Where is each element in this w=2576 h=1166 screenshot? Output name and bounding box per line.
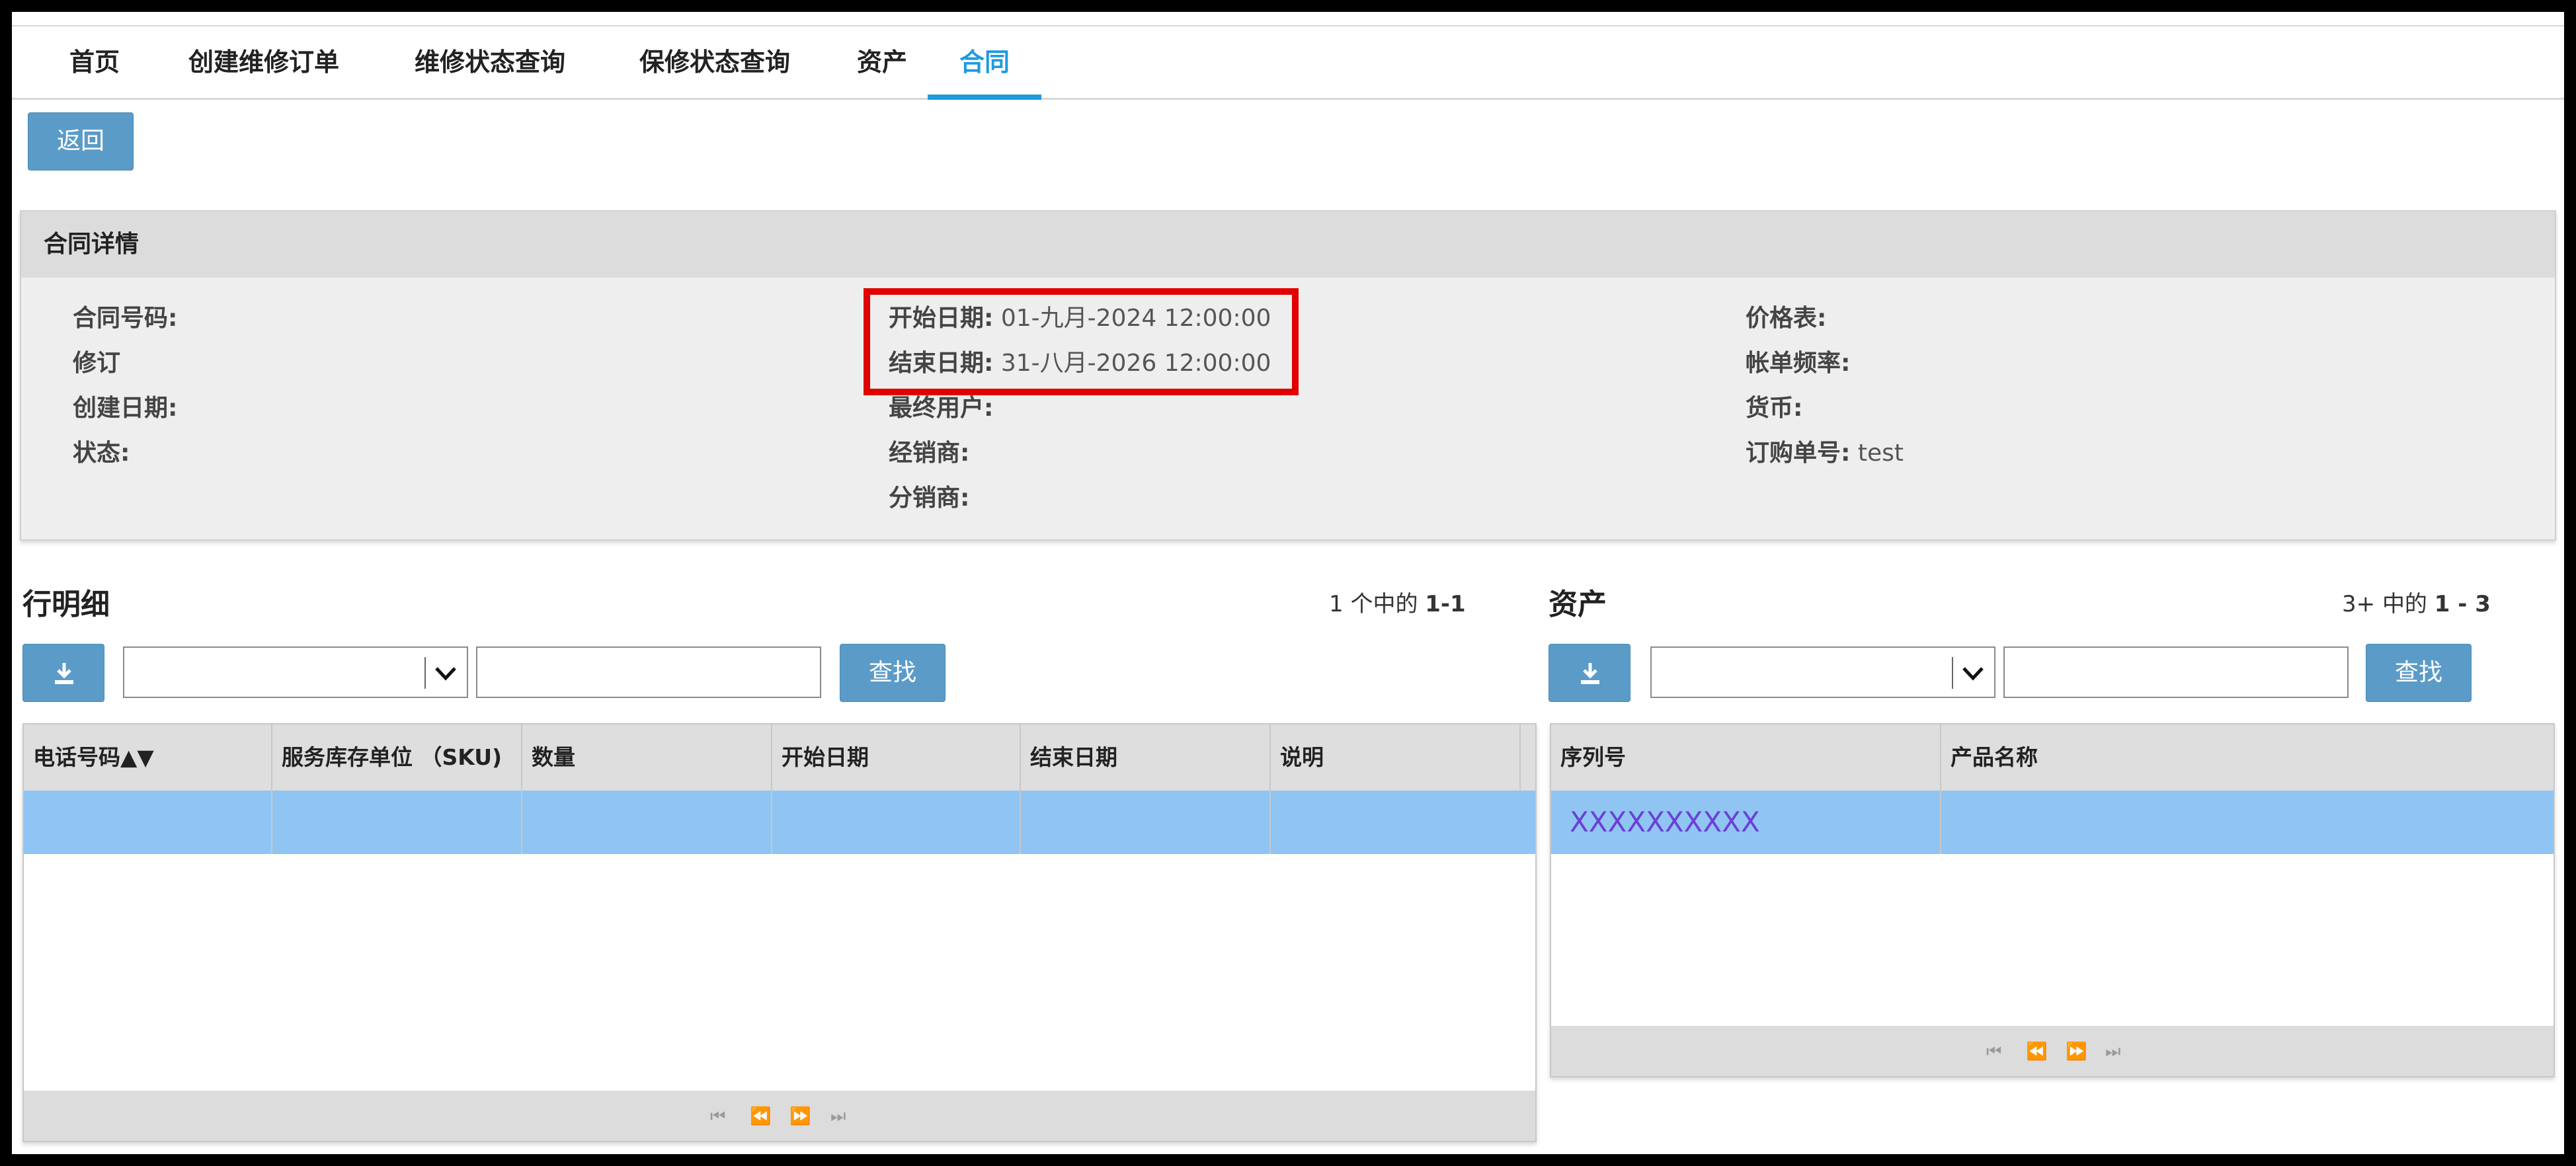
assets-pager-middle: 中的 (2382, 591, 2427, 617)
assets-pager-count: 3+ (2342, 591, 2376, 617)
main-nav: 首页 创建维修订单 维修状态查询 保修状态查询 资产 合同 (12, 26, 2564, 100)
line-filter-select[interactable] (123, 646, 468, 698)
assets-title: 资产 (1549, 588, 1607, 621)
select-separator (1952, 657, 1953, 689)
column-header-quantity[interactable]: 数量 (522, 724, 772, 791)
billing-frequency-field: 帐单频率: (1746, 348, 1850, 379)
tab-assets[interactable]: 资产 (842, 26, 922, 98)
assets-filter-select[interactable] (1650, 646, 1995, 698)
column-header-phone[interactable]: 电话号码▲▼ (24, 724, 272, 791)
column-header-serial[interactable]: 序列号 (1551, 724, 1941, 791)
table-row[interactable] (24, 791, 1535, 854)
distributor-field: 分销商: (889, 483, 969, 514)
tab-home[interactable]: 首页 (58, 26, 131, 98)
line-pager-middle: 个中的 (1350, 591, 1418, 617)
chevron-down-icon (435, 667, 456, 681)
created-date-field: 创建日期: (73, 393, 177, 424)
app-window: 首页 创建维修订单 维修状态查询 保修状态查询 资产 合同 返回 合同详情 合同… (12, 12, 2564, 1154)
prev-page-icon[interactable]: ⏪ (750, 1107, 771, 1126)
dealer-field: 经销商: (889, 438, 969, 469)
select-separator (424, 657, 426, 689)
end-user-label: 最终用户: (889, 395, 994, 422)
line-details-pager: 1 个中的 1-1 (1329, 586, 1466, 618)
contract-details-title: 合同详情 (21, 212, 2555, 278)
table-cell (24, 791, 272, 854)
column-header-description[interactable]: 说明 (1271, 724, 1521, 791)
prev-page-icon[interactable]: ⏪ (2026, 1042, 2047, 1062)
chevron-down-icon (1962, 667, 1984, 681)
price-list-field: 价格表: (1746, 303, 1826, 334)
download-icon (1581, 663, 1599, 684)
tab-repair-status[interactable]: 维修状态查询 (394, 26, 586, 98)
line-grid-pager: ⏮ ⏪ ⏩ ⏭ (24, 1091, 1535, 1141)
po-number-value: test (1857, 440, 1904, 467)
currency-label: 货币: (1746, 395, 1803, 422)
assets-download-button[interactable] (1549, 644, 1630, 702)
created-date-label: 创建日期: (73, 395, 178, 422)
po-number-field: 订购单号: test (1746, 438, 1904, 469)
tab-contracts[interactable]: 合同 (928, 26, 1041, 100)
line-search-button[interactable]: 查找 (840, 644, 946, 702)
revision-field: 修订 (73, 348, 120, 379)
serial-number-link[interactable]: XXXXXXXXXX (1551, 791, 1941, 854)
line-download-button[interactable] (22, 644, 104, 702)
date-highlight-box (864, 288, 1299, 395)
assets-pager: 3+ 中的 1 - 3 (2342, 586, 2491, 618)
next-page-icon[interactable]: ⏩ (2066, 1042, 2087, 1062)
line-search-input[interactable] (476, 646, 821, 698)
dealer-label: 经销商: (889, 440, 970, 467)
table-cell (272, 791, 522, 854)
last-page-icon[interactable]: ⏭ (830, 1107, 846, 1127)
table-cell (1021, 791, 1271, 854)
status-field: 状态: (73, 438, 130, 469)
line-details-title: 行明细 (22, 588, 110, 621)
price-list-label: 价格表: (1746, 305, 1827, 332)
po-number-label: 订购单号: (1746, 440, 1851, 467)
column-header-product-name[interactable]: 产品名称 (1941, 724, 2554, 791)
revision-label: 修订 (73, 350, 121, 377)
product-name-cell (1941, 791, 2554, 854)
table-cell (772, 791, 1021, 854)
last-page-icon[interactable]: ⏭ (2105, 1042, 2120, 1062)
line-pager-range: 1-1 (1425, 591, 1466, 617)
assets-search-button[interactable]: 查找 (2366, 644, 2472, 702)
line-pager-count: 1 (1329, 591, 1344, 617)
line-details-grid: 电话号码▲▼ 服务库存单位 （SKU) 数量 开始日期 结束日期 说明 ⏮ ⏪ … (22, 723, 1537, 1142)
distributor-label: 分销商: (889, 485, 970, 512)
billing-frequency-label: 帐单频率: (1746, 350, 1851, 377)
download-icon (55, 663, 73, 684)
contract-number-field: 合同号码: (73, 303, 177, 334)
table-cell (522, 791, 772, 854)
table-cell (1271, 791, 1521, 854)
first-page-icon[interactable]: ⏮ (710, 1107, 725, 1127)
table-row[interactable]: XXXXXXXXXX (1551, 791, 2554, 854)
contract-number-label: 合同号码: (73, 305, 178, 332)
assets-search-input[interactable] (2003, 646, 2349, 698)
next-page-icon[interactable]: ⏩ (789, 1107, 811, 1126)
assets-grid-header: 序列号 产品名称 (1551, 724, 2554, 792)
tab-warranty-status[interactable]: 保修状态查询 (619, 26, 811, 98)
assets-grid-pager: ⏮ ⏪ ⏩ ⏭ (1551, 1026, 2554, 1076)
column-header-start-date[interactable]: 开始日期 (772, 724, 1021, 791)
tab-create-repair-order[interactable]: 创建维修订单 (168, 26, 360, 98)
assets-grid: 序列号 产品名称 XXXXXXXXXX ⏮ ⏪ ⏩ ⏭ (1550, 723, 2555, 1077)
first-page-icon[interactable]: ⏮ (1986, 1042, 2001, 1062)
column-header-sku[interactable]: 服务库存单位 （SKU) (272, 724, 522, 791)
assets-pager-range: 1 - 3 (2434, 591, 2491, 617)
currency-field: 货币: (1746, 393, 1802, 424)
column-header-end-date[interactable]: 结束日期 (1021, 724, 1271, 791)
back-button[interactable]: 返回 (28, 112, 134, 171)
status-label: 状态: (73, 440, 130, 467)
line-grid-header: 电话号码▲▼ 服务库存单位 （SKU) 数量 开始日期 结束日期 说明 (24, 724, 1535, 792)
end-user-field: 最终用户: (889, 393, 993, 424)
